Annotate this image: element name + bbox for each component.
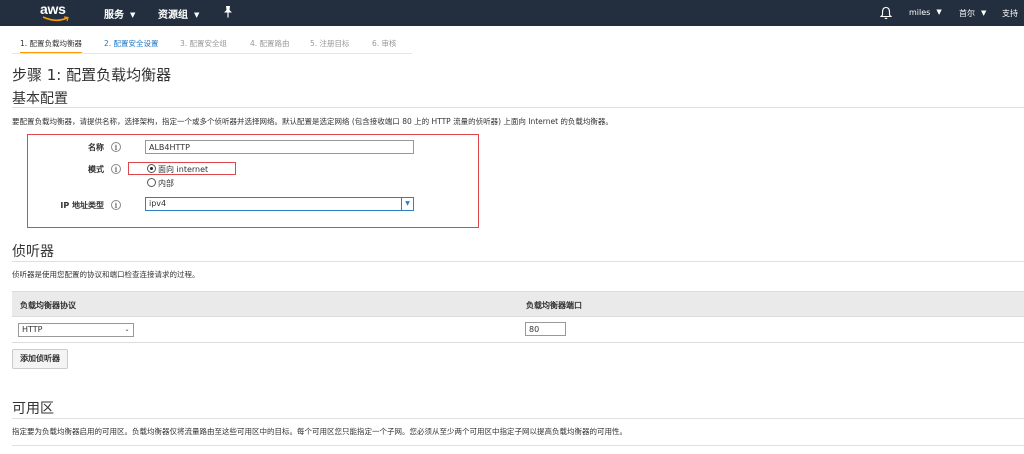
add-listener-button[interactable]: 添加侦听器 — [12, 349, 68, 369]
region-menu[interactable]: 首尔 ▼ — [959, 8, 986, 19]
step-review: 6. 审核 — [372, 39, 397, 48]
chevron-down-icon: ▼ — [194, 11, 200, 19]
section-divider — [12, 107, 1024, 108]
aws-logo[interactable]: aws — [40, 1, 74, 23]
step-register-targets: 5. 注册目标 — [310, 39, 350, 48]
chevron-down-icon: ▼ — [981, 9, 987, 17]
section-divider — [12, 418, 1024, 419]
info-icon[interactable]: i — [111, 142, 121, 152]
availability-zones-heading: 可用区 — [12, 401, 54, 417]
ip-type-select[interactable]: ipv4 ▼ — [145, 197, 414, 211]
pin-icon[interactable] — [222, 5, 234, 19]
info-icon[interactable]: i — [111, 200, 121, 210]
listener-table-header: 负载均衡器协议 负载均衡器端口 — [12, 291, 1024, 317]
support-menu[interactable]: 支持 — [1002, 8, 1018, 19]
name-input[interactable] — [145, 140, 414, 154]
scheme-internal-label: 内部 — [158, 179, 174, 188]
smile-icon — [42, 16, 69, 22]
aws-logo-text: aws — [40, 1, 66, 17]
services-menu[interactable]: 服务 ▼ — [104, 6, 135, 21]
chevron-down-icon: ▼ — [401, 198, 413, 210]
top-nav: aws 服务 ▼ 资源组 ▼ miles ▼ 首尔 ▼ 支持 — [0, 0, 1024, 26]
ip-type-label: IP 地址类型 — [60, 201, 104, 210]
listeners-heading: 侦听器 — [12, 244, 54, 260]
bell-icon[interactable] — [880, 6, 892, 20]
protocol-select[interactable]: HTTP ⌄ — [18, 323, 134, 337]
chevron-down-icon: ▼ — [130, 11, 136, 19]
page-title: 步骤 1: 配置负载均衡器 — [12, 66, 172, 84]
basic-config-description: 要配置负载均衡器，请提供名称，选择架构，指定一个或多个侦听器并选择网络。默认配置… — [12, 117, 613, 126]
steps-divider — [12, 53, 412, 54]
port-column-header: 负载均衡器端口 — [526, 301, 582, 310]
resource-groups-label: 资源组 — [158, 10, 188, 21]
scheme-internal-radio[interactable]: 内部 — [147, 178, 174, 189]
section-divider — [12, 261, 1024, 262]
basic-config-heading: 基本配置 — [12, 91, 68, 107]
step-configure-lb[interactable]: 1. 配置负载均衡器 — [20, 38, 83, 54]
scheme-internet-label: 面向 internet — [158, 165, 209, 174]
chevron-down-icon: ▼ — [936, 8, 942, 16]
support-label: 支持 — [1002, 9, 1018, 18]
protocol-value: HTTP — [22, 325, 43, 334]
user-menu[interactable]: miles ▼ — [909, 8, 942, 17]
region-label: 首尔 — [959, 9, 975, 18]
port-input[interactable] — [525, 322, 566, 336]
ip-type-value: ipv4 — [149, 199, 167, 208]
radio-selected-icon — [147, 164, 156, 173]
step-security-settings[interactable]: 2. 配置安全设置 — [104, 38, 159, 52]
listeners-description: 侦听器是使用您配置的协议和端口检查连接请求的过程。 — [12, 270, 200, 279]
info-icon[interactable]: i — [111, 164, 121, 174]
scheme-label: 模式 — [88, 165, 104, 174]
step-security-groups: 3. 配置安全组 — [180, 39, 228, 48]
services-label: 服务 — [104, 10, 124, 21]
step-routing: 4. 配置路由 — [250, 39, 290, 48]
section-divider — [12, 445, 1024, 446]
resource-groups-menu[interactable]: 资源组 ▼ — [158, 6, 199, 21]
name-label: 名称 — [88, 143, 104, 152]
user-label: miles — [909, 8, 931, 17]
radio-unselected-icon — [147, 178, 156, 187]
protocol-column-header: 负载均衡器协议 — [20, 301, 76, 310]
scheme-internet-radio[interactable]: 面向 internet — [147, 164, 208, 175]
availability-zones-description: 指定要为负载均衡器启用的可用区。负载均衡器仅将流量路由至这些可用区中的目标。每个… — [12, 427, 627, 436]
table-row — [12, 317, 1024, 343]
chevron-down-icon: ⌄ — [124, 326, 130, 333]
